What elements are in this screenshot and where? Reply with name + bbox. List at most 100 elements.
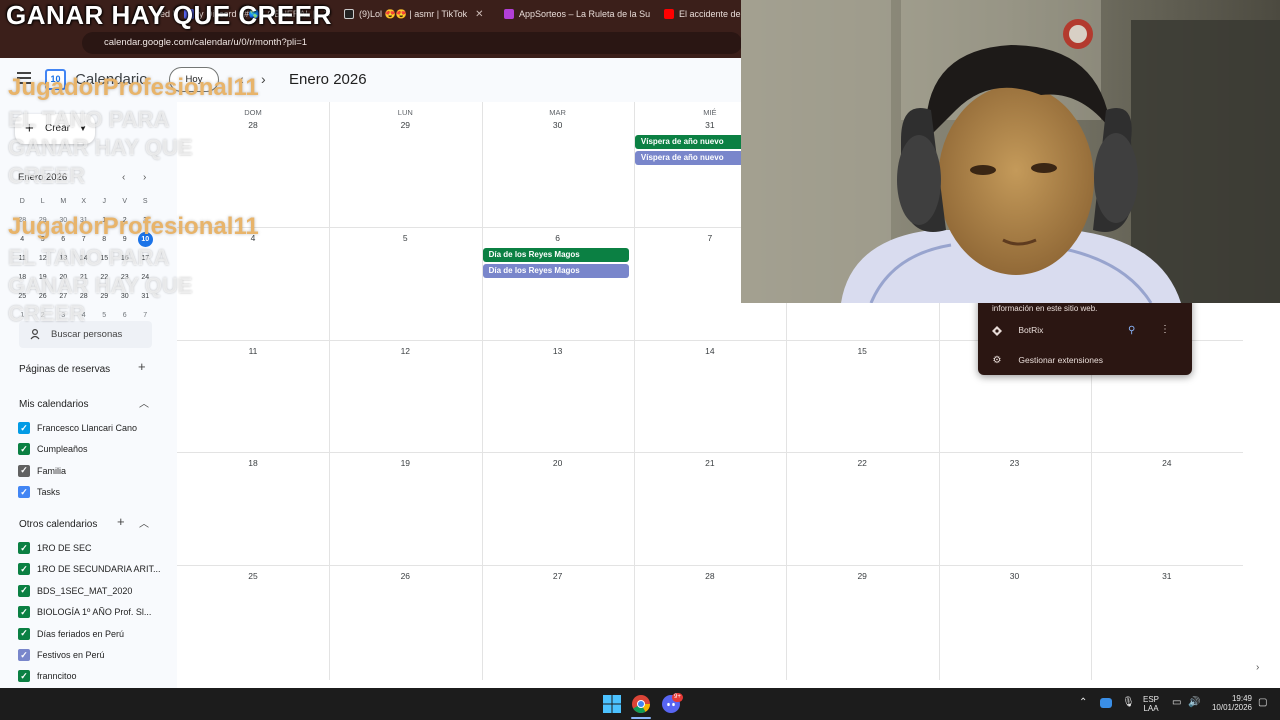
clock-date: 10/01/2026 xyxy=(1211,703,1252,712)
url-field[interactable]: calendar.google.com/calendar/u/0/r/month… xyxy=(82,32,742,54)
close-tab-icon[interactable]: ✕ xyxy=(475,9,483,20)
overlay-streamer-name: JugadorProfesional11 xyxy=(8,74,259,101)
more-options-icon[interactable]: ⋮ xyxy=(1160,324,1170,335)
checkbox-icon[interactable]: ✓ xyxy=(18,563,30,576)
calendar-list-item[interactable]: ✓ Cumpleaños xyxy=(18,440,88,458)
language-code: ESP xyxy=(1143,695,1160,704)
event-chip[interactable]: Día de los Reyes Magos xyxy=(482,247,629,262)
url-text: calendar.google.com/calendar/u/0/r/month… xyxy=(104,37,308,48)
day-number[interactable]: 21 xyxy=(634,458,786,468)
weekday-header: MAR xyxy=(549,108,566,117)
extension-item-botrix[interactable]: BotRix xyxy=(992,325,1043,336)
booking-pages-title[interactable]: Páginas de reservas xyxy=(19,364,110,375)
clock-time: 19:49 xyxy=(1231,694,1252,703)
my-calendars-title[interactable]: Mis calendarios xyxy=(19,399,88,410)
day-number[interactable]: 14 xyxy=(634,346,786,356)
clock[interactable]: 19:49 10/01/2026 xyxy=(1206,694,1252,712)
row-divider xyxy=(177,565,1243,567)
microphone-icon[interactable]: 🎙 xyxy=(1122,697,1135,708)
day-number[interactable]: 30 xyxy=(939,571,1091,581)
calendar-list-item[interactable]: ✓ Días feriados en Perú xyxy=(18,625,124,643)
notifications-icon[interactable]: ▢ xyxy=(1258,697,1267,708)
keyboard-layout: LAA xyxy=(1143,704,1159,713)
checkbox-icon[interactable]: ✓ xyxy=(18,542,30,554)
calendar-list-item[interactable]: ✓ franncitoo xyxy=(18,667,77,685)
other-calendars-title[interactable]: Otros calendarios xyxy=(19,519,97,530)
network-icon[interactable]: ▭ xyxy=(1172,697,1181,708)
day-number[interactable]: 30 xyxy=(482,120,634,130)
windows-start-icon[interactable] xyxy=(603,695,621,713)
day-number[interactable]: 18 xyxy=(177,458,329,468)
mini-weekday: D xyxy=(19,198,25,205)
collapse-icon[interactable]: ︿ xyxy=(139,395,149,410)
calendar-list-item[interactable]: ✓ BDS_1SEC_MAT_2020 xyxy=(18,582,132,600)
day-number[interactable]: 25 xyxy=(177,571,329,581)
overlay-headline: GANAR HAY QUE CREER xyxy=(6,0,332,30)
taskbar: 9+ ⌃ 🎙 ESP LAA ▭ 🔊 19:49 10/01/2026 ▢ xyxy=(0,688,1280,720)
day-number[interactable]: 6 xyxy=(482,233,634,243)
browser-tab[interactable]: AppSorteos – La Ruleta de la Su ✕ xyxy=(496,0,656,28)
checkbox-icon[interactable]: ✓ xyxy=(18,649,30,661)
checkbox-icon[interactable]: ✓ xyxy=(18,486,30,499)
calendar-name: Tasks xyxy=(37,487,61,498)
day-number[interactable]: 29 xyxy=(786,571,938,581)
checkbox-icon[interactable]: ✓ xyxy=(18,464,30,477)
calendar-list-item[interactable]: ✓ Familia xyxy=(18,462,66,480)
day-number[interactable]: 29 xyxy=(329,120,481,130)
add-booking-page-icon[interactable]: + xyxy=(138,359,146,374)
column-divider xyxy=(633,102,635,680)
day-number[interactable]: 13 xyxy=(482,346,634,356)
calendar-list-item[interactable]: ✓ BIOLOGÍA 1º AÑO Prof. Sl... xyxy=(18,603,151,621)
calendar-list-item[interactable]: ✓ Francesco Llancari Cano xyxy=(18,419,137,437)
add-other-calendar-icon[interactable]: + xyxy=(117,514,125,529)
chevron-up-icon[interactable]: ⌃ xyxy=(1079,697,1087,708)
calendar-name: Festivos en Perú xyxy=(37,650,105,660)
mini-weekday: S xyxy=(142,198,148,205)
day-number[interactable]: 31 xyxy=(1091,571,1243,581)
chevron-right-icon[interactable]: › xyxy=(1256,662,1259,673)
day-number[interactable]: 23 xyxy=(939,458,1091,468)
browser-tab[interactable]: (9)Lol 😍😍 | asmr | TikTok ✕ xyxy=(336,0,496,28)
people-icon xyxy=(30,328,40,340)
next-month-icon[interactable]: › xyxy=(261,71,266,87)
tab-title: (9)Lol 😍😍 | asmr | TikTok xyxy=(359,8,468,19)
day-number[interactable]: 19 xyxy=(329,458,481,468)
day-number[interactable]: 15 xyxy=(786,346,938,356)
day-number[interactable]: 28 xyxy=(634,571,786,581)
weekday-header: LUN xyxy=(397,108,413,117)
checkbox-icon[interactable]: ✓ xyxy=(18,606,30,619)
day-number[interactable]: 12 xyxy=(329,346,481,356)
pin-icon[interactable]: ⚲ xyxy=(1128,325,1135,336)
calendar-list-item[interactable]: ✓ Festivos en Perú xyxy=(18,646,105,664)
onedrive-icon[interactable] xyxy=(1100,698,1112,708)
language-indicator[interactable]: ESP LAA xyxy=(1143,695,1159,713)
checkbox-icon[interactable]: ✓ xyxy=(18,627,30,640)
day-number[interactable]: 26 xyxy=(329,571,481,581)
volume-icon[interactable]: 🔊 xyxy=(1188,697,1200,708)
overlay-ghost-text: EL TANO PARA GANAR HAY QUE CREER xyxy=(8,245,193,326)
mini-weekday: J xyxy=(102,198,107,205)
event-chip[interactable]: Día de los Reyes Magos xyxy=(482,263,629,278)
extension-name: BotRix xyxy=(1018,325,1044,335)
manage-extensions-item[interactable]: ⚙ Gestionar extensiones xyxy=(992,355,1103,366)
row-divider xyxy=(177,452,1243,454)
calendar-list-item[interactable]: ✓ Tasks xyxy=(18,483,60,501)
day-number[interactable]: 22 xyxy=(786,458,938,468)
browser-tab[interactable]: El accidente de J xyxy=(656,0,746,28)
day-number[interactable]: 20 xyxy=(482,458,634,468)
calendar-name: BIOLOGÍA 1º AÑO Prof. Sl... xyxy=(37,607,152,618)
tab-title: El accidente de J xyxy=(679,9,746,19)
calendar-list-item[interactable]: ✓ 1RO DE SEC xyxy=(18,539,92,557)
day-number[interactable]: 11 xyxy=(177,346,329,356)
calendar-name: Francesco Llancari Cano xyxy=(37,423,138,433)
day-number[interactable]: 27 xyxy=(482,571,634,581)
checkbox-icon[interactable]: ✓ xyxy=(18,670,30,683)
collapse-icon[interactable]: ︿ xyxy=(139,515,149,530)
day-number[interactable]: 5 xyxy=(329,233,481,243)
day-number[interactable]: 24 xyxy=(1091,458,1243,468)
checkbox-icon[interactable]: ✓ xyxy=(18,584,30,597)
chrome-icon[interactable] xyxy=(632,695,650,713)
checkbox-icon[interactable]: ✓ xyxy=(18,422,30,434)
calendar-list-item[interactable]: ✓ 1RO DE SECUNDARIA ARIT... xyxy=(18,560,161,578)
checkbox-icon[interactable]: ✓ xyxy=(18,443,30,456)
